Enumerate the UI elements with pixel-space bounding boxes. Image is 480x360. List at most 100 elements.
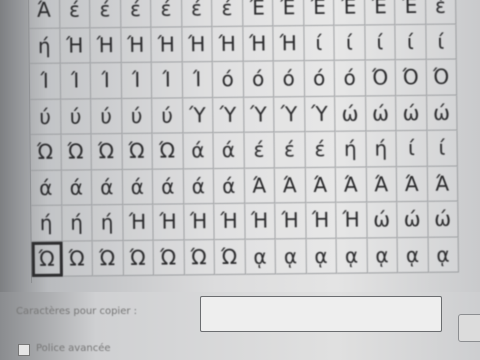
character-cell[interactable]: ό (212, 61, 244, 98)
character-cell[interactable]: ώ (365, 95, 397, 132)
character-cell[interactable]: ί (425, 24, 457, 60)
character-cell[interactable]: Ό (426, 59, 458, 96)
character-cell[interactable]: Ή (305, 202, 337, 239)
character-cell[interactable]: ί (426, 130, 458, 167)
character-cell[interactable]: Ή (122, 204, 154, 241)
character-cell[interactable]: Ί (151, 62, 183, 99)
character-cell[interactable]: ᾳ (397, 237, 429, 274)
character-cell[interactable]: ί (303, 25, 335, 62)
character-cell[interactable]: Ή (181, 26, 213, 63)
character-cell[interactable]: ά (91, 169, 123, 206)
characters-to-copy-input[interactable] (200, 296, 442, 332)
character-cell[interactable]: ύ (60, 98, 92, 135)
character-cell[interactable]: Ή (214, 203, 246, 240)
character-cell[interactable]: ά (122, 169, 154, 206)
character-cell[interactable]: Ύ (274, 96, 305, 133)
character-cell[interactable]: ώ (426, 95, 458, 131)
character-cell[interactable]: έ (304, 131, 336, 168)
character-cell[interactable]: Ύ (213, 97, 244, 134)
character-cell[interactable]: Ή (275, 203, 307, 239)
character-cell[interactable]: Ή (183, 204, 215, 240)
character-cell[interactable]: ᾳ (336, 237, 368, 274)
character-cell[interactable]: ά (183, 168, 215, 205)
character-cell[interactable]: Ώ (153, 239, 185, 276)
character-cell[interactable]: Ύ (243, 96, 275, 133)
character-cell[interactable]: Ώ (60, 134, 92, 171)
character-cell[interactable]: Έ (364, 0, 396, 25)
character-cell[interactable]: Ά (244, 167, 276, 204)
character-cell[interactable]: Ή (153, 204, 185, 241)
character-cell[interactable]: ύ (30, 99, 61, 135)
character-cell[interactable]: Ή (212, 26, 244, 63)
character-cell[interactable]: ώ (427, 201, 459, 238)
character-cell[interactable]: ά (182, 133, 214, 169)
character-cell[interactable]: Ή (151, 26, 183, 63)
character-cell[interactable]: έ (59, 0, 91, 29)
character-cell[interactable]: Ί (60, 63, 92, 100)
character-cell[interactable]: ί (334, 24, 366, 61)
character-cell[interactable]: έ (212, 0, 243, 27)
character-cell[interactable]: έ (274, 132, 306, 168)
character-cell[interactable]: ώ (366, 202, 398, 238)
character-cell[interactable]: ᾳ (306, 238, 337, 275)
character-cell[interactable]: Ή (336, 202, 368, 239)
character-cell[interactable]: ά (152, 168, 184, 205)
character-cell[interactable]: Ά (29, 0, 60, 29)
character-cell[interactable]: ά (61, 169, 93, 206)
character-cell[interactable]: Ώ (31, 241, 63, 277)
character-cell[interactable]: Ί (182, 62, 214, 98)
character-cell[interactable]: έ (90, 0, 121, 28)
advanced-view-checkbox[interactable] (18, 344, 30, 356)
character-cell[interactable]: Ή (244, 203, 276, 240)
character-cell[interactable]: ή (31, 205, 63, 242)
character-cell[interactable]: Ά (427, 166, 459, 202)
character-cell[interactable]: ί (364, 24, 396, 61)
character-cell[interactable]: Ώ (62, 240, 93, 277)
character-cell[interactable]: Ό (365, 60, 397, 96)
character-cell[interactable]: έ (120, 0, 152, 28)
character-cell[interactable]: ύ (91, 98, 122, 135)
character-cell[interactable]: ό (304, 60, 336, 97)
character-cell[interactable]: Έ (242, 0, 274, 27)
character-cell[interactable]: Ά (366, 166, 398, 203)
character-cell[interactable]: Ό (395, 59, 427, 96)
character-cell[interactable]: ύ (121, 98, 153, 135)
character-cell[interactable]: ή (61, 205, 93, 242)
character-cell[interactable]: Ί (90, 63, 122, 99)
character-cell[interactable]: Ύ (182, 97, 214, 134)
character-cell[interactable]: ό (243, 61, 275, 98)
character-cell[interactable]: Ώ (123, 240, 154, 277)
character-cell[interactable]: Ώ (30, 134, 62, 171)
character-cell[interactable]: Έ (333, 0, 365, 26)
character-cell[interactable]: Ά (274, 167, 306, 204)
character-cell[interactable]: Ή (273, 25, 305, 62)
character-cell[interactable]: Ώ (121, 133, 153, 170)
character-cell[interactable]: Έ (303, 0, 335, 26)
character-cell[interactable]: έ (151, 0, 182, 28)
character-cell[interactable]: Ώ (91, 134, 123, 170)
character-cell[interactable]: Ά (305, 167, 337, 204)
character-cell[interactable]: Ί (121, 62, 153, 99)
character-cell[interactable]: Ύ (304, 96, 336, 133)
character-cell[interactable]: Ώ (214, 239, 246, 276)
character-cell[interactable]: Ή (120, 27, 152, 64)
character-cell[interactable]: ό (334, 60, 366, 97)
character-cell[interactable]: έ (243, 132, 275, 169)
character-cell[interactable]: ό (273, 61, 305, 97)
character-cell[interactable]: Ή (59, 27, 91, 64)
character-cell[interactable]: Ώ (152, 133, 184, 170)
character-cell[interactable]: έ (181, 0, 213, 27)
character-cell[interactable]: ώ (397, 201, 429, 238)
character-cell[interactable]: ύ (152, 97, 183, 134)
character-cell[interactable]: ή (29, 28, 61, 64)
character-cell[interactable]: Ά (335, 166, 367, 203)
character-cell[interactable]: Έ (272, 0, 304, 26)
character-cell[interactable]: ᾳ (428, 237, 459, 273)
character-cell[interactable]: ᾳ (367, 237, 398, 274)
character-cell[interactable]: Ά (396, 166, 428, 203)
character-cell[interactable]: Ί (29, 63, 61, 100)
character-cell[interactable]: Ώ (92, 240, 124, 277)
character-cell[interactable]: ή (335, 131, 367, 168)
character-cell[interactable]: ή (92, 205, 124, 241)
character-cell[interactable]: Ώ (184, 239, 215, 276)
